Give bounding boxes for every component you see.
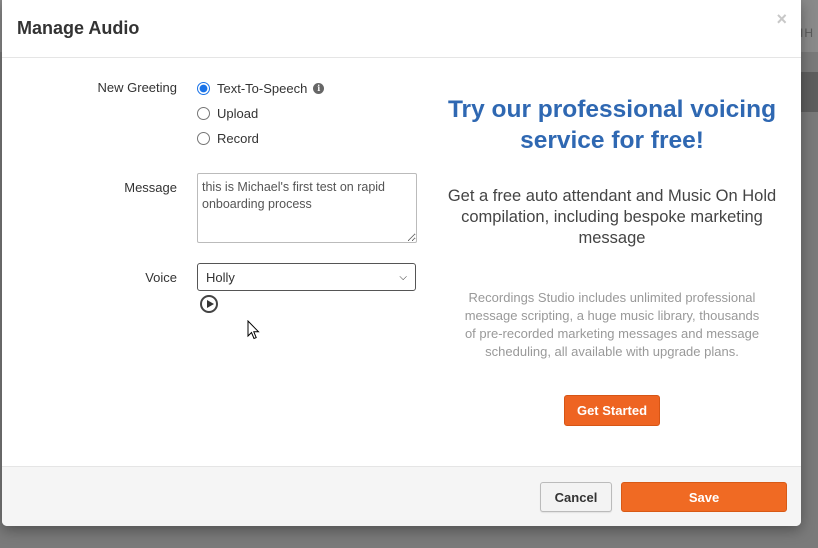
message-label: Message xyxy=(124,180,177,195)
cancel-button[interactable]: Cancel xyxy=(540,482,612,512)
radio-text-to-speech-input[interactable] xyxy=(197,82,210,95)
play-icon[interactable] xyxy=(200,295,218,313)
radio-record[interactable]: Record xyxy=(197,131,259,146)
manage-audio-modal: Manage Audio × New Greeting Text-To-Spee… xyxy=(2,0,801,526)
radio-label: Text-To-Speech xyxy=(217,81,308,96)
promo-title: Try our professional voicing service for… xyxy=(447,96,777,154)
radio-upload-input[interactable] xyxy=(197,107,210,120)
modal-footer: Cancel Save xyxy=(2,466,801,526)
radio-record-input[interactable] xyxy=(197,132,210,145)
close-icon[interactable]: × xyxy=(776,10,787,28)
backdrop-text: IH xyxy=(800,26,814,40)
promo-description: Recordings Studio includes unlimited pro… xyxy=(464,290,760,359)
radio-label: Upload xyxy=(217,106,259,121)
message-textarea[interactable]: this is Michael's first test on rapid on… xyxy=(197,173,417,243)
voice-select[interactable]: Holly ⌵ xyxy=(197,263,416,291)
modal-title: Manage Audio xyxy=(17,18,140,38)
promo-subtitle: Get a free auto attendant and Music On H… xyxy=(447,187,777,247)
radio-upload[interactable]: Upload xyxy=(197,106,258,121)
mouse-cursor-icon xyxy=(247,320,260,340)
save-button[interactable]: Save xyxy=(621,482,787,512)
radio-label: Record xyxy=(217,131,259,146)
info-icon[interactable]: i xyxy=(313,83,325,94)
promo-panel: Try our professional voicing service for… xyxy=(447,94,777,426)
get-started-button[interactable]: Get Started xyxy=(563,395,661,426)
chevron-down-icon: ⌵ xyxy=(399,271,407,283)
voice-selected-value: Holly xyxy=(206,269,235,285)
backdrop-block xyxy=(800,72,818,112)
modal-body: New Greeting Text-To-Speech i Upload Rec… xyxy=(2,58,801,466)
new-greeting-label: New Greeting xyxy=(97,80,177,95)
play-triangle xyxy=(206,300,214,308)
modal-header: Manage Audio × xyxy=(2,0,801,58)
radio-text-to-speech[interactable]: Text-To-Speech i xyxy=(197,81,325,96)
voice-label: Voice xyxy=(145,270,177,285)
